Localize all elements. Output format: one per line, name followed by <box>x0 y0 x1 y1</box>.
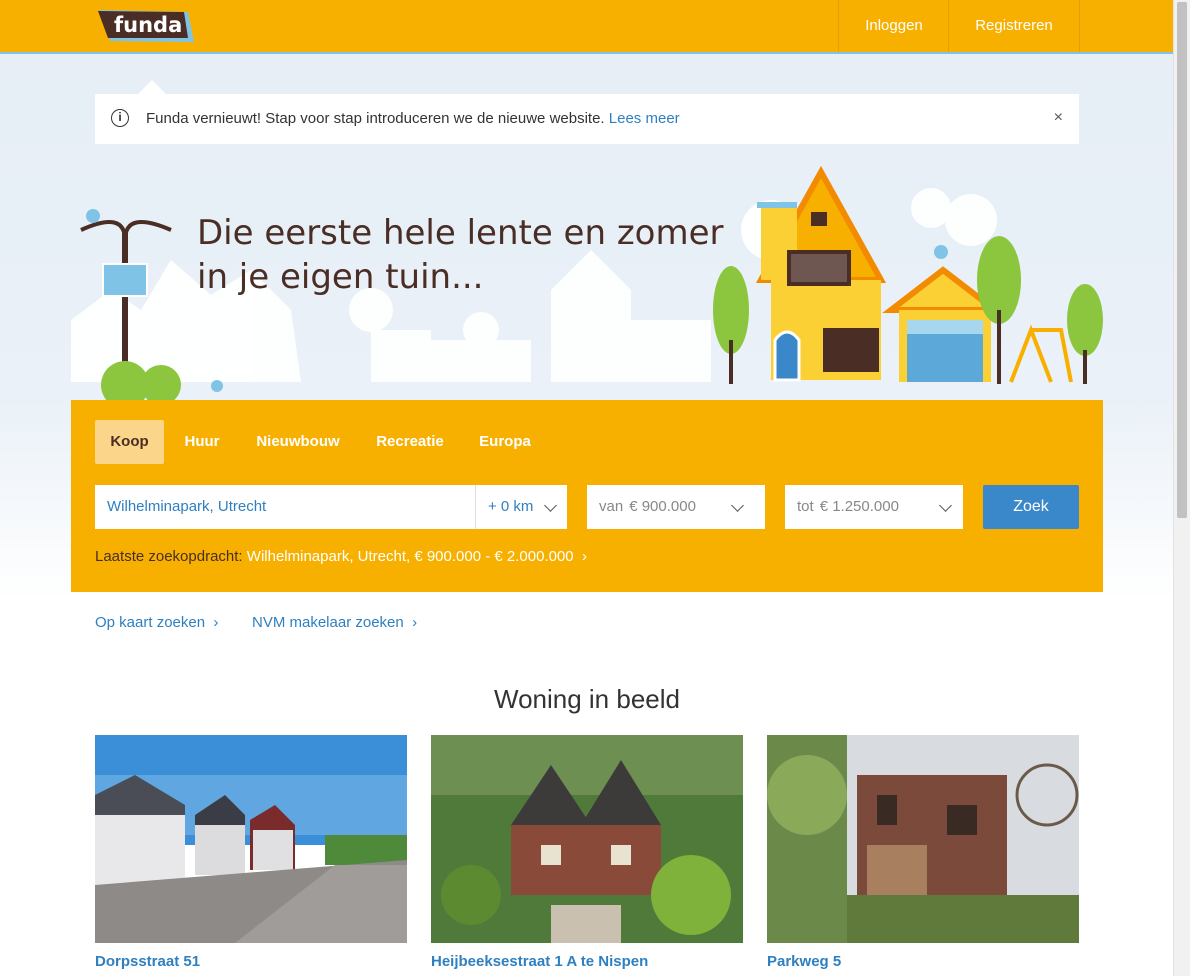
close-icon[interactable]: × <box>1054 109 1063 127</box>
radius-select[interactable]: + 0 km <box>475 485 567 529</box>
tab-huur[interactable]: Huur <box>171 420 233 464</box>
property-address[interactable]: Parkweg 5 <box>767 953 1079 970</box>
chevron-down-icon <box>544 499 557 512</box>
property-address[interactable]: Dorpsstraat 51 <box>95 953 407 970</box>
notice-caret <box>138 80 166 94</box>
logo-text: funda <box>114 13 182 37</box>
search-panel: Koop Huur Nieuwbouw Recreatie Europa Wil… <box>71 400 1103 592</box>
featured-card[interactable]: Dorpsstraat 51 <box>95 735 407 970</box>
property-photo[interactable] <box>95 735 407 943</box>
tab-koop[interactable]: Koop <box>95 420 164 464</box>
tab-europa[interactable]: Europa <box>467 420 543 464</box>
notice-text: Funda vernieuwt! Stap voor stap introduc… <box>146 110 605 127</box>
search-button[interactable]: Zoek <box>983 485 1079 529</box>
last-search: Laatste zoekopdracht: Wilhelminapark, Ut… <box>95 548 587 565</box>
property-photo[interactable] <box>431 735 743 943</box>
max-price-select[interactable]: tot € 1.250.000 <box>785 485 963 529</box>
register-button[interactable]: Registreren <box>948 0 1080 52</box>
info-icon: i <box>111 109 129 127</box>
scrollbar[interactable] <box>1173 0 1190 976</box>
min-price-select[interactable]: van € 900.000 <box>587 485 765 529</box>
read-more-link[interactable]: Lees meer <box>609 110 680 127</box>
scrollbar-thumb[interactable] <box>1177 2 1187 518</box>
featured-card[interactable]: Parkweg 5 <box>767 735 1079 970</box>
featured-title: Woning in beeld <box>494 684 680 714</box>
featured-card[interactable]: Heijbeeksestraat 1 A te Nispen <box>431 735 743 970</box>
property-address[interactable]: Heijbeeksestraat 1 A te Nispen <box>431 953 743 970</box>
update-notice: i Funda vernieuwt! Stap voor stap introd… <box>95 94 1079 144</box>
chevron-down-icon <box>731 499 744 512</box>
map-search-link[interactable]: Op kaart zoeken › <box>95 614 218 631</box>
funda-logo[interactable]: funda <box>96 8 194 44</box>
chevron-down-icon <box>939 499 952 512</box>
site-header: funda Inloggen Registreren <box>0 0 1174 54</box>
property-photo[interactable] <box>767 735 1079 943</box>
login-button[interactable]: Inloggen <box>838 0 949 52</box>
page: funda Inloggen Registreren i Funda verni… <box>0 0 1174 976</box>
hero-title: Die eerste hele lente en zomer in je eig… <box>197 213 724 297</box>
tab-recreatie[interactable]: Recreatie <box>365 420 455 464</box>
nvm-makelaar-link[interactable]: NVM makelaar zoeken › <box>252 614 417 631</box>
last-search-link[interactable]: Wilhelminapark, Utrecht, € 900.000 - € 2… <box>247 548 587 565</box>
location-input[interactable]: Wilhelminapark, Utrecht <box>95 485 475 529</box>
tab-nieuwbouw[interactable]: Nieuwbouw <box>243 420 353 464</box>
